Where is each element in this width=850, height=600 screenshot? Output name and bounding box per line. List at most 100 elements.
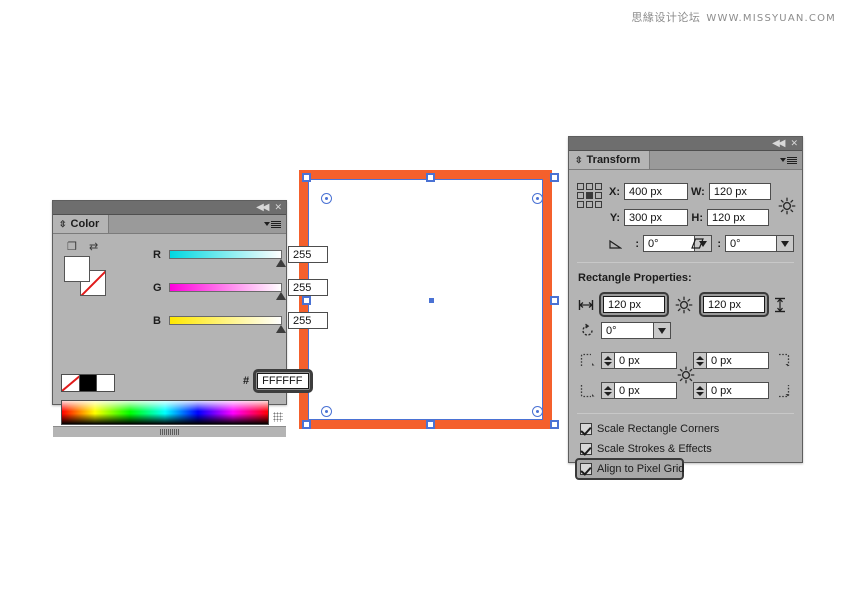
color-panel-titlebar[interactable]: ◀◀ ✕: [53, 201, 286, 215]
slider-thumb-r[interactable]: [276, 259, 286, 267]
live-corner-widget-bottom-right[interactable]: [532, 406, 543, 417]
handle-top-left[interactable]: [302, 173, 311, 182]
x-input[interactable]: 400 px: [624, 183, 688, 200]
selected-rectangle[interactable]: [299, 170, 559, 429]
corner-radius-row-bottom-right: 0 px: [693, 382, 790, 399]
slider-thumb-g[interactable]: [276, 292, 286, 300]
x-field-group: X: 400 px: [608, 183, 688, 200]
ref-cell-mr[interactable]: [595, 192, 602, 199]
slider-track-b[interactable]: [169, 316, 286, 333]
double-chevron-left-icon[interactable]: ◀◀: [256, 202, 269, 213]
slider-input-g[interactable]: 255: [288, 279, 328, 296]
corner-tl-input[interactable]: 0 px: [614, 352, 677, 369]
shear-angle-dropdown[interactable]: [777, 235, 794, 252]
corner-top-left-icon[interactable]: [580, 353, 596, 368]
corner-br-input[interactable]: 0 px: [706, 382, 769, 399]
h-label: H:: [691, 211, 703, 224]
handle-top-right[interactable]: [550, 173, 559, 182]
panel-resize-grip-icon[interactable]: [273, 412, 283, 422]
corner-radius-row-bottom-left: 0 px: [580, 382, 677, 399]
slider-row-g: G 255: [153, 279, 328, 300]
corner-bl-stepper[interactable]: [601, 382, 614, 399]
ref-cell-center[interactable]: [586, 192, 593, 199]
handle-middle-right[interactable]: [550, 296, 559, 305]
transform-panel-titlebar[interactable]: ◀◀ ✕: [569, 137, 802, 151]
ref-cell-tl[interactable]: [577, 183, 584, 190]
checkbox-icon-scale-strokes-effects[interactable]: [580, 443, 592, 455]
y-field-group: Y: 300 px: [608, 209, 688, 226]
handle-bottom-left[interactable]: [302, 420, 311, 429]
ref-cell-ml[interactable]: [577, 192, 584, 199]
tab-color[interactable]: ⇳ Color: [53, 215, 110, 233]
ref-cell-bc[interactable]: [586, 201, 593, 208]
corner-bottom-right-icon[interactable]: [774, 383, 790, 398]
swatch-none[interactable]: [62, 375, 80, 391]
rect-width-highlight: 120 px: [599, 292, 669, 317]
rect-width-input[interactable]: 120 px: [603, 296, 665, 313]
swatch-black[interactable]: [79, 375, 97, 391]
handle-top-center[interactable]: [426, 173, 435, 182]
ref-cell-tr[interactable]: [595, 183, 602, 190]
rect-width-icon: [578, 299, 594, 311]
live-corner-widget-bottom-left[interactable]: [321, 406, 332, 417]
rect-height-input[interactable]: 120 px: [703, 296, 765, 313]
double-chevron-left-icon[interactable]: ◀◀: [772, 138, 785, 149]
swatch-white[interactable]: [96, 375, 115, 391]
ref-cell-tc[interactable]: [586, 183, 593, 190]
color-panel-tabrow: ⇳ Color: [53, 215, 286, 234]
slider-input-r[interactable]: 255: [288, 246, 328, 263]
corner-top-right-icon[interactable]: [774, 353, 790, 368]
rotate-angle-input[interactable]: 0°: [643, 235, 695, 252]
rect-angle-input[interactable]: 0°: [601, 322, 654, 339]
link-wh-icon[interactable]: [675, 296, 693, 314]
close-icon[interactable]: ✕: [274, 203, 282, 212]
shear-colon: :: [717, 237, 721, 250]
reference-point-locator[interactable]: [577, 183, 602, 208]
corner-tl-stepper[interactable]: [601, 352, 614, 369]
slider-track-r[interactable]: [169, 250, 286, 267]
checkbox-scale-rectangle-corners[interactable]: Scale Rectangle Corners: [580, 423, 719, 435]
h-field-group: H: 120 px: [691, 209, 769, 226]
hex-input[interactable]: FFFFFF: [257, 373, 310, 389]
panel-menu-icon[interactable]: [780, 151, 802, 169]
rect-height-icon: [774, 297, 786, 313]
handle-middle-left[interactable]: [302, 296, 311, 305]
checkbox-scale-strokes-effects[interactable]: Scale Strokes & Effects: [580, 443, 712, 455]
ref-cell-br[interactable]: [595, 201, 602, 208]
shear-angle-input[interactable]: 0°: [725, 235, 777, 252]
constrain-wh-proportions-icon[interactable]: [778, 197, 796, 215]
corner-bl-input[interactable]: 0 px: [614, 382, 677, 399]
h-input[interactable]: 120 px: [707, 209, 769, 226]
live-corner-widget-top-right[interactable]: [532, 193, 543, 204]
color-panel-body: ❐ ⇄ R 255 G 255 B 255 # FFFFFF: [53, 234, 328, 437]
corner-bottom-left-icon[interactable]: [580, 383, 596, 398]
checkbox-align-to-pixel-grid[interactable]: Align to Pixel Grid: [580, 463, 684, 475]
checkbox-icon-scale-rectangle-corners[interactable]: [580, 423, 592, 435]
handle-bottom-right[interactable]: [550, 420, 559, 429]
fill-swatch[interactable]: [64, 256, 90, 282]
rect-angle-dropdown[interactable]: [654, 322, 671, 339]
panel-bottom-grip[interactable]: [53, 426, 286, 437]
y-input[interactable]: 300 px: [624, 209, 688, 226]
tab-transform[interactable]: ⇳ Transform: [569, 151, 651, 169]
swap-fill-stroke-icon[interactable]: ⇄: [89, 240, 98, 253]
checkbox-icon-align-to-pixel-grid[interactable]: [580, 463, 592, 475]
slider-thumb-b[interactable]: [276, 325, 286, 333]
handle-bottom-center[interactable]: [426, 420, 435, 429]
rectangle-properties-title: Rectangle Properties:: [578, 272, 692, 284]
corner-br-stepper[interactable]: [693, 382, 706, 399]
color-spectrum-ramp[interactable]: [61, 400, 269, 425]
live-corner-widget-top-left[interactable]: [321, 193, 332, 204]
close-icon[interactable]: ✕: [790, 139, 798, 148]
w-input[interactable]: 120 px: [708, 183, 771, 200]
tab-transform-label: Transform: [586, 154, 641, 166]
default-fill-stroke-icon[interactable]: ❐: [67, 240, 77, 253]
checkbox-label-scale-rectangle-corners: Scale Rectangle Corners: [597, 423, 720, 435]
panel-menu-icon[interactable]: [264, 215, 286, 233]
rect-height-highlight: 120 px: [699, 292, 769, 317]
corner-tr-input[interactable]: 0 px: [706, 352, 769, 369]
slider-input-b[interactable]: 255: [288, 312, 328, 329]
slider-track-g[interactable]: [169, 283, 286, 300]
ref-cell-bl[interactable]: [577, 201, 584, 208]
hex-label: #: [243, 375, 250, 387]
